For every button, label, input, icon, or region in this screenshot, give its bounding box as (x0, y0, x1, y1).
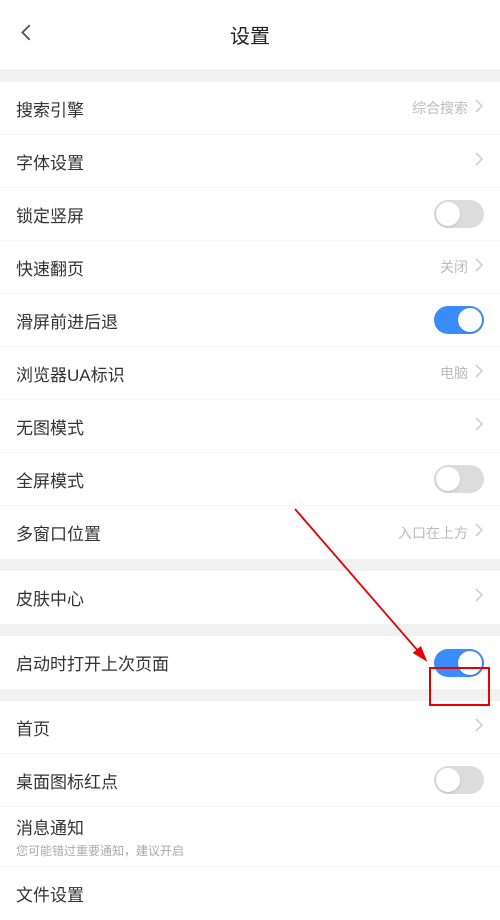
row-right: 关闭 (440, 257, 484, 278)
row-restore-last[interactable]: 启动时打开上次页面 (0, 636, 500, 689)
toggle-restore-last[interactable] (434, 649, 484, 677)
chevron-right-icon (474, 151, 484, 172)
row-label: 快速翻页 (16, 255, 84, 280)
chevron-right-icon (474, 522, 484, 543)
row-no-image[interactable]: 无图模式 (0, 400, 500, 453)
section-gap (0, 624, 500, 636)
row-right (474, 151, 484, 172)
page-title: 设置 (0, 20, 500, 49)
toggle-swipe-nav[interactable] (434, 306, 484, 334)
chevron-right-icon (474, 587, 484, 608)
toggle-lock-portrait[interactable] (434, 200, 484, 228)
row-label: 皮肤中心 (16, 585, 84, 610)
row-quick-flip[interactable]: 快速翻页 关闭 (0, 241, 500, 294)
row-fullscreen[interactable]: 全屏模式 (0, 453, 500, 506)
section-gap (0, 70, 500, 82)
row-right (474, 717, 484, 738)
chevron-right-icon (474, 257, 484, 278)
row-swipe-nav[interactable]: 滑屏前进后退 (0, 294, 500, 347)
row-value: 综合搜索 (412, 98, 468, 118)
row-lock-portrait[interactable]: 锁定竖屏 (0, 188, 500, 241)
row-value: 关闭 (440, 257, 468, 277)
toggle-knob (436, 768, 460, 792)
row-label: 启动时打开上次页面 (16, 650, 169, 675)
row-label: 首页 (16, 715, 50, 740)
row-label: 字体设置 (16, 149, 84, 174)
row-label: 消息通知 (16, 814, 84, 839)
toggle-knob (436, 467, 460, 491)
row-value: 电脑 (440, 363, 468, 383)
row-label: 文件设置 (16, 881, 84, 906)
row-right: 综合搜索 (412, 98, 484, 119)
row-label: 搜索引擎 (16, 96, 84, 121)
row-multi-window[interactable]: 多窗口位置 入口在上方 (0, 506, 500, 559)
row-label: 桌面图标红点 (16, 768, 118, 793)
chevron-right-icon (474, 416, 484, 437)
toggle-knob (458, 308, 482, 332)
chevron-right-icon (474, 98, 484, 119)
toggle-badge[interactable] (434, 766, 484, 794)
toggle-knob (458, 651, 482, 675)
chevron-right-icon (474, 717, 484, 738)
row-search-engine[interactable]: 搜索引擎 综合搜索 (0, 82, 500, 135)
row-label: 滑屏前进后退 (16, 308, 118, 333)
row-font-settings[interactable]: 字体设置 (0, 135, 500, 188)
row-right (474, 416, 484, 437)
back-chevron-icon (16, 21, 38, 43)
row-right: 入口在上方 (398, 522, 484, 543)
row-sublabel: 您可能错过重要通知，建议开启 (16, 842, 184, 859)
section-gap (0, 689, 500, 701)
toggle-knob (436, 202, 460, 226)
toggle-fullscreen[interactable] (434, 465, 484, 493)
row-label: 锁定竖屏 (16, 202, 84, 227)
header: 设置 (0, 0, 500, 70)
row-value: 入口在上方 (398, 523, 468, 543)
row-ua[interactable]: 浏览器UA标识 电脑 (0, 347, 500, 400)
row-file-settings[interactable]: 文件设置 (0, 867, 500, 920)
row-label: 无图模式 (16, 414, 84, 439)
row-right (474, 587, 484, 608)
chevron-right-icon (474, 363, 484, 384)
row-skin-center[interactable]: 皮肤中心 (0, 571, 500, 624)
row-label: 浏览器UA标识 (16, 361, 125, 386)
row-notifications[interactable]: 消息通知 您可能错过重要通知，建议开启 (0, 807, 500, 867)
row-right: 电脑 (440, 363, 484, 384)
row-badge[interactable]: 桌面图标红点 (0, 754, 500, 807)
back-button[interactable] (16, 21, 38, 48)
row-homepage[interactable]: 首页 (0, 701, 500, 754)
row-label: 多窗口位置 (16, 520, 101, 545)
section-gap (0, 559, 500, 571)
row-label: 全屏模式 (16, 467, 84, 492)
